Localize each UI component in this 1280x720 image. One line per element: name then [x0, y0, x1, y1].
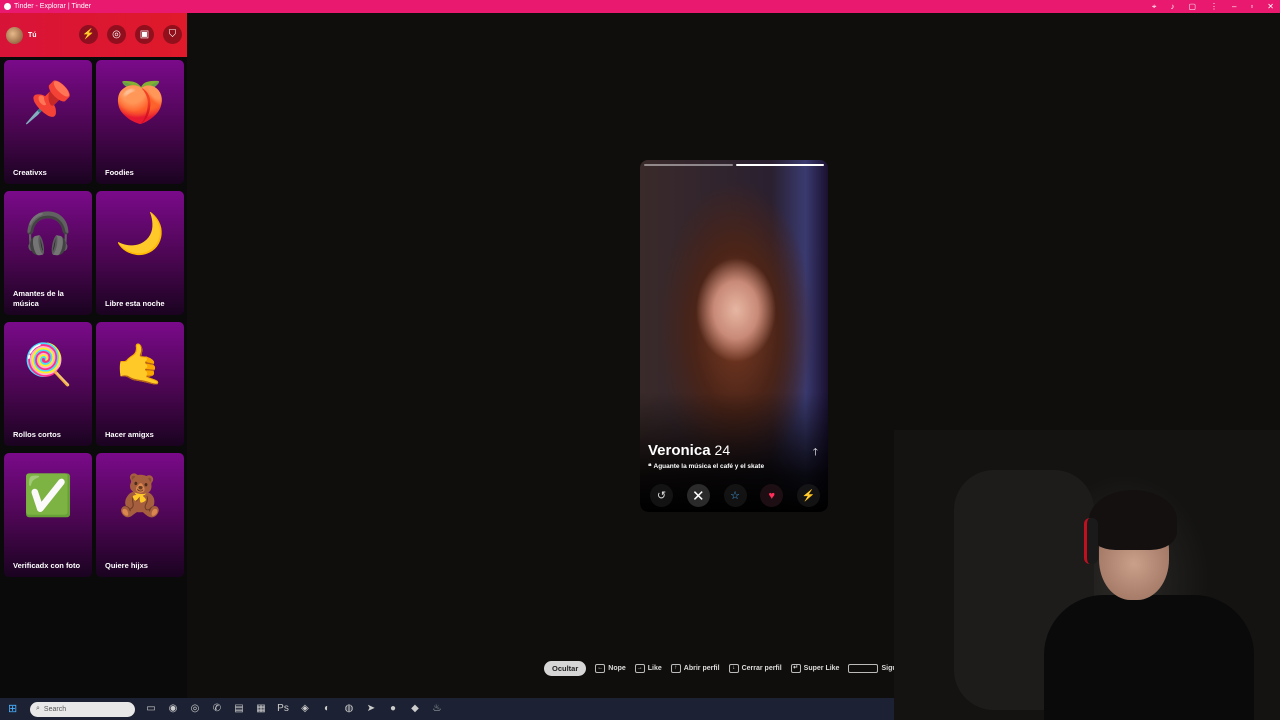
- category-label: Hacer amigxs: [105, 430, 154, 439]
- discord-icon[interactable]: ◈: [299, 703, 311, 715]
- steam-icon[interactable]: ◍: [343, 703, 355, 715]
- taskbar-search[interactable]: ⌕ Search: [30, 701, 135, 717]
- lollipop-heart-icon: 🍭: [23, 343, 73, 387]
- shortcut-close-profile: ↓ Cerrar perfil: [728, 664, 782, 673]
- window-title: Tinder - Explorar | Tinder: [14, 3, 92, 10]
- category-label: Rollos cortos: [13, 430, 61, 439]
- chrome-icon[interactable]: ◎: [189, 703, 201, 715]
- shortcut-nope: ← Nope: [595, 664, 626, 673]
- headphones-icon: 🎧: [23, 212, 73, 256]
- bell-icon[interactable]: ♪: [1170, 2, 1174, 12]
- windows-start-icon[interactable]: ⊞: [8, 703, 20, 715]
- boost-button[interactable]: ⚡: [797, 484, 820, 507]
- maximize-icon[interactable]: ▫: [1250, 2, 1253, 12]
- app-icon[interactable]: ◆: [409, 703, 421, 715]
- category-card-gummy-bear[interactable]: 🧸 Quiere hijxs: [96, 453, 184, 577]
- category-card-pushpin[interactable]: 📌 Creativxs: [4, 60, 92, 184]
- more-icon[interactable]: ⋮: [1210, 2, 1218, 12]
- enter-key-icon: ↵: [790, 664, 801, 673]
- explore-icon[interactable]: ◎: [107, 25, 126, 44]
- shortcut-next: Sigu: [848, 664, 897, 673]
- space-key-icon: [848, 664, 879, 673]
- shortcut-like: → Like: [634, 664, 662, 673]
- photo-progress: [644, 164, 824, 166]
- tinder-taskbar-icon[interactable]: ♨: [431, 703, 443, 715]
- category-label: Libre esta noche: [105, 299, 165, 308]
- record-icon[interactable]: ●: [387, 703, 399, 715]
- category-card-peach[interactable]: 🍑 Foodies: [96, 60, 184, 184]
- location-icon[interactable]: ⌖: [1152, 2, 1157, 12]
- action-bar: ↺ ✕ ☆ ♥ ⚡: [650, 484, 820, 507]
- like-button[interactable]: ♥: [760, 484, 784, 507]
- close-icon[interactable]: ✕: [1267, 2, 1274, 12]
- briefcase-icon[interactable]: ▣: [135, 25, 154, 44]
- telegram-icon[interactable]: ➤: [365, 703, 377, 715]
- obs-icon[interactable]: ◐: [321, 703, 333, 715]
- moon-icon: 🌙: [115, 212, 165, 256]
- avatar[interactable]: [6, 26, 23, 44]
- pushpin-icon: 📌: [23, 81, 73, 125]
- extensions-icon[interactable]: ▢: [1188, 2, 1196, 12]
- right-arrow-key-icon: →: [634, 664, 645, 673]
- category-label: Foodies: [105, 168, 134, 177]
- webcam-overlay: [894, 430, 1280, 720]
- photo-progress-segment: [644, 164, 733, 166]
- shortcut-open-profile: ↑ Abrir perfil: [670, 664, 720, 673]
- task-view-icon[interactable]: ▭: [145, 703, 157, 715]
- search-placeholder: Search: [43, 705, 67, 713]
- category-card-moon[interactable]: 🌙 Libre esta noche: [96, 191, 184, 315]
- sidebar: Tú ⚡ ◎ ▣ ⛉ 🛹Deportista☕Echar un café📌Cre…: [0, 13, 187, 698]
- profile-age: 24: [714, 442, 731, 458]
- category-card-hand[interactable]: 🤙 Hacer amigxs: [96, 322, 184, 446]
- verified-badge-icon: ✅: [23, 474, 73, 518]
- down-arrow-key-icon: ↓: [728, 664, 739, 673]
- up-arrow-key-icon: ↑: [670, 664, 681, 673]
- boost-icon[interactable]: ⚡: [79, 25, 98, 44]
- search-icon: ⌕: [36, 705, 40, 712]
- category-label: Creativxs: [13, 168, 47, 177]
- whatsapp-icon[interactable]: ✆: [211, 703, 223, 715]
- webcam-person-body: [1044, 595, 1254, 720]
- profile-bio: Aguante la música el café y el skate: [653, 463, 765, 470]
- category-card-verified-badge[interactable]: ✅ Verificadx con foto: [4, 453, 92, 577]
- sidebar-header: Tú ⚡ ◎ ▣ ⛉: [0, 13, 187, 57]
- quote-icon: ❝: [648, 463, 652, 470]
- store-icon[interactable]: ▦: [255, 703, 267, 715]
- webcam-person-hair: [1089, 490, 1177, 550]
- edge-icon[interactable]: ◉: [167, 703, 179, 715]
- minimize-icon[interactable]: –: [1232, 2, 1236, 12]
- super-like-button[interactable]: ☆: [723, 484, 747, 507]
- folder-icon[interactable]: ▤: [233, 703, 245, 715]
- nope-button[interactable]: ✕: [686, 484, 710, 507]
- photoshop-icon[interactable]: Ps: [277, 703, 289, 715]
- gummy-bear-icon: 🧸: [115, 474, 165, 518]
- headset-icon: [1084, 518, 1098, 564]
- shield-icon[interactable]: ⛉: [163, 25, 182, 44]
- hand-icon: 🤙: [115, 343, 165, 387]
- photo-progress-segment: [735, 164, 824, 166]
- open-profile-arrow-icon[interactable]: 🡑: [813, 445, 818, 462]
- category-card-lollipop-heart[interactable]: 🍭 Rollos cortos: [4, 322, 92, 446]
- shortcut-super-like: ↵ Super Like: [790, 664, 839, 673]
- hide-shortcuts-button[interactable]: Ocultar: [544, 661, 587, 676]
- tinder-app-icon: [4, 3, 11, 10]
- profile-name: Veronica: [648, 442, 711, 459]
- left-arrow-key-icon: ←: [595, 664, 606, 673]
- card-info[interactable]: Veronica 24 ❝ Aguante la música el café y …: [648, 442, 764, 470]
- rewind-button[interactable]: ↺: [650, 484, 673, 507]
- category-label: Verificadx con foto: [13, 561, 81, 570]
- category-card-headphones[interactable]: 🎧 Amantes de la música: [4, 191, 92, 315]
- taskbar: ⊞ ⌕ Search ▭ ◉ ◎ ✆ ▤ ▦ Ps ◈ ◐ ◍ ➤ ● ◆ ♨: [0, 698, 894, 720]
- keyboard-shortcuts-bar: Ocultar ← Nope → Like ↑ Abrir perfil ↓ Cerra…: [544, 661, 897, 676]
- profile-label[interactable]: Tú: [28, 32, 37, 39]
- category-label: Amantes de la música: [13, 289, 64, 308]
- peach-icon: 🍑: [115, 81, 165, 125]
- window-titlebar: Tinder - Explorar | Tinder ⌖ ♪ ▢ ⋮ – ▫ ✕: [0, 0, 1280, 13]
- profile-card[interactable]: Veronica 24 ❝ Aguante la música el café y …: [640, 160, 828, 512]
- category-label: Quiere hijxs: [105, 561, 148, 570]
